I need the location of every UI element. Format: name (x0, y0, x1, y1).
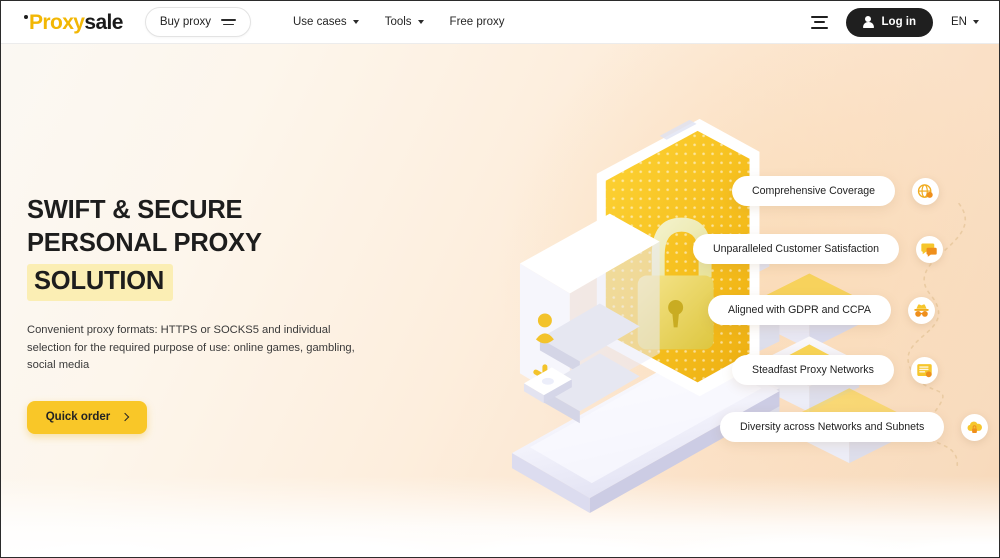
logo-dot-icon (24, 14, 28, 19)
server-card-icon[interactable] (910, 356, 938, 384)
buy-proxy-button[interactable]: Buy proxy (144, 7, 251, 37)
feature-row-diversity: Diversity across Networks and Subnets (720, 412, 989, 442)
feature-row-gdpr: Aligned with GDPR and CCPA (708, 295, 935, 325)
feature-row-satisfaction: Unparalleled Customer Satisfaction (693, 234, 944, 264)
nav-label-free-proxy: Free proxy (449, 16, 505, 28)
nav-item-free-proxy[interactable]: Free proxy (450, 16, 505, 28)
hero-section: Comprehensive Coverage Unparalleled Cust… (1, 44, 999, 557)
chat-bubble-icon[interactable] (916, 235, 944, 263)
feature-pill-coverage[interactable]: Comprehensive Coverage (732, 176, 896, 206)
feature-callouts: Comprehensive Coverage Unparalleled Cust… (1, 44, 999, 557)
site-logo[interactable]: Proxy sale (24, 12, 123, 33)
login-label: Log in (881, 16, 917, 28)
feature-label-diversity: Diversity across Networks and Subnets (740, 421, 925, 433)
chevron-down-icon (973, 20, 979, 24)
page-root: Proxy sale Buy proxy Use cases Tools Fre… (0, 0, 1000, 558)
feature-row-coverage: Comprehensive Coverage (732, 176, 940, 206)
header-actions: Log in EN (810, 7, 979, 37)
logo-text-sale: sale (84, 10, 123, 34)
language-selector[interactable]: EN (951, 16, 979, 28)
nav-label-tools: Tools (384, 16, 412, 28)
filter-lines-icon[interactable] (810, 15, 828, 29)
cloud-lock-icon[interactable] (961, 413, 989, 441)
feature-label-networks: Steadfast Proxy Networks (752, 364, 874, 376)
feature-label-coverage: Comprehensive Coverage (752, 185, 876, 197)
menu-lines-icon (221, 18, 236, 26)
chevron-down-icon (417, 20, 424, 24)
logo-text-proxy: Proxy (29, 10, 85, 34)
feature-row-networks: Steadfast Proxy Networks (732, 355, 938, 385)
person-icon (862, 16, 874, 28)
main-navigation: Use cases Tools Free proxy (293, 16, 505, 28)
nav-item-use-cases[interactable]: Use cases (293, 16, 359, 28)
feature-label-satisfaction: Unparalleled Customer Satisfaction (713, 243, 880, 255)
feature-pill-diversity[interactable]: Diversity across Networks and Subnets (720, 412, 945, 442)
nav-item-tools[interactable]: Tools (385, 16, 424, 28)
buy-proxy-label: Buy proxy (159, 16, 211, 28)
site-header: Proxy sale Buy proxy Use cases Tools Fre… (1, 1, 999, 44)
incognito-icon[interactable] (907, 296, 935, 324)
feature-pill-gdpr[interactable]: Aligned with GDPR and CCPA (708, 295, 891, 325)
nav-label-use-cases: Use cases (293, 16, 347, 28)
globe-icon[interactable] (912, 177, 940, 205)
login-button[interactable]: Log in (845, 7, 934, 37)
language-label: EN (951, 16, 967, 28)
feature-pill-networks[interactable]: Steadfast Proxy Networks (732, 355, 894, 385)
chevron-down-icon (352, 20, 359, 24)
feature-label-gdpr: Aligned with GDPR and CCPA (728, 304, 871, 316)
feature-pill-satisfaction[interactable]: Unparalleled Customer Satisfaction (693, 234, 900, 264)
